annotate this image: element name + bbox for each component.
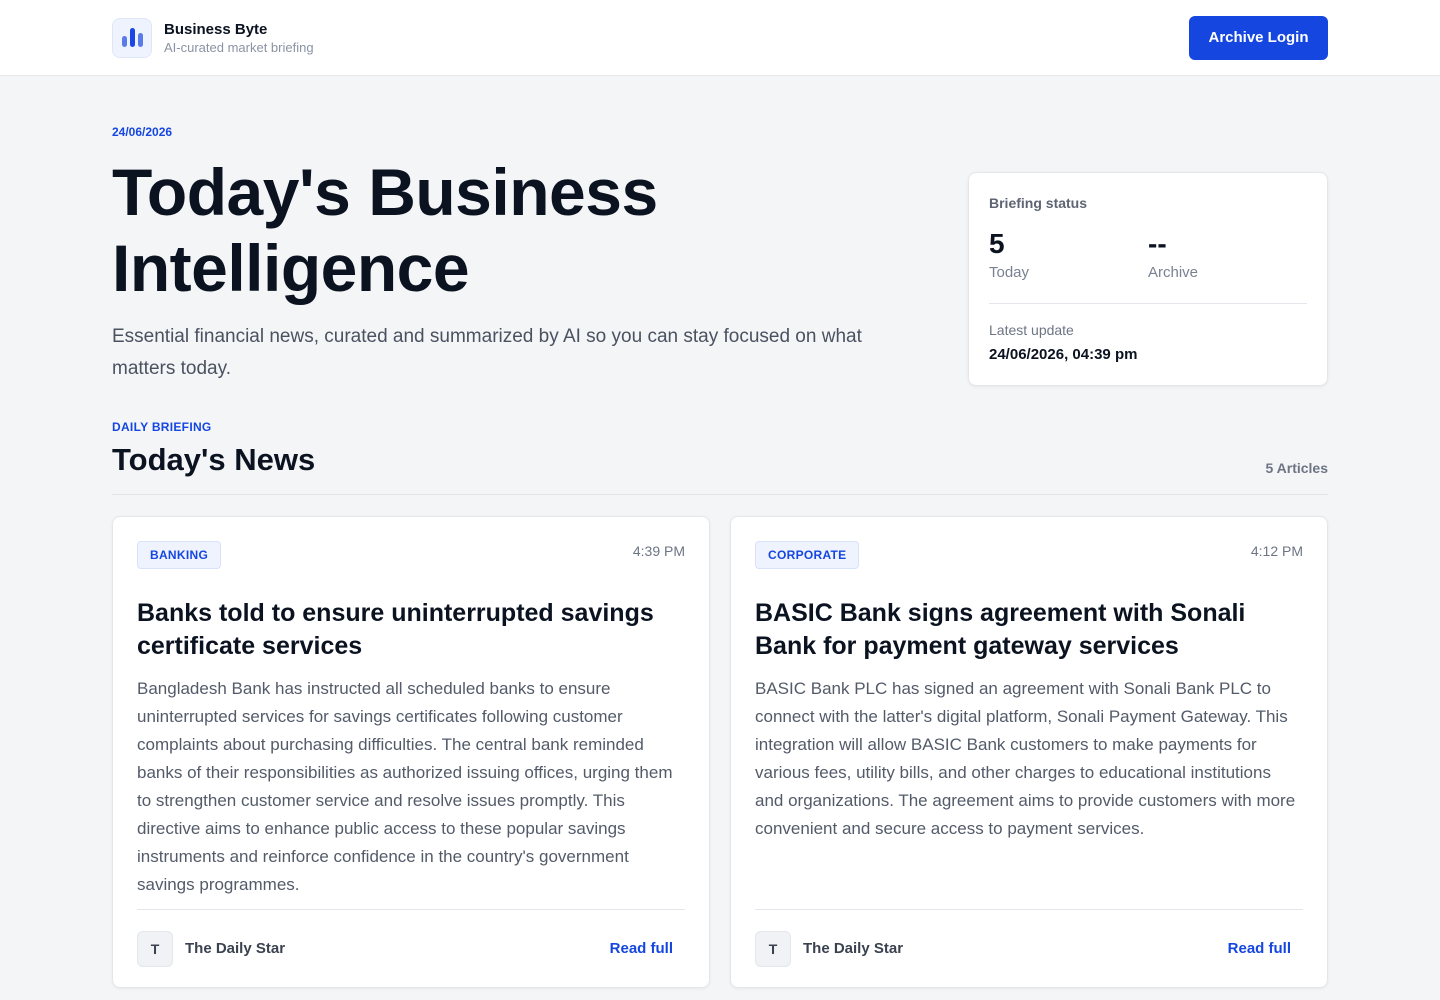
- article-card[interactable]: CORPORATE 4:12 PM BASIC Bank signs agree…: [730, 516, 1328, 988]
- article-title[interactable]: BASIC Bank signs agreement with Sonali B…: [755, 597, 1303, 663]
- source-avatar: T: [137, 930, 173, 967]
- article-source: T The Daily Star: [755, 930, 904, 967]
- article-source: T The Daily Star: [137, 930, 286, 967]
- stat-archive: -- Archive: [1148, 228, 1307, 282]
- article-footer: T The Daily Star Read full: [137, 909, 685, 987]
- article-time: 4:12 PM: [1250, 543, 1303, 559]
- stat-today-label: Today: [989, 264, 1030, 281]
- briefing-date: 24/06/2026: [112, 125, 173, 139]
- article-count: 5 Articles: [1265, 460, 1328, 476]
- section-heading-row: Today's News 5 Articles: [112, 442, 1328, 495]
- page-subtitle: Essential financial news, curated and su…: [112, 326, 862, 379]
- brand-name: Business Byte: [164, 20, 268, 38]
- read-full-link[interactable]: Read full: [1228, 940, 1291, 957]
- read-full-link[interactable]: Read full: [610, 940, 673, 957]
- latest-update-value: 24/06/2026, 04:39 pm: [989, 346, 1138, 363]
- stat-today: 5 Today: [989, 228, 1148, 282]
- article-card-top: BANKING 4:39 PM: [137, 541, 685, 569]
- section-title: Today's News: [112, 442, 316, 477]
- category-badge: BANKING: [137, 541, 222, 569]
- briefing-status-card: Briefing status 5 Today -- Archive Lates…: [968, 172, 1328, 386]
- brand-text: Business Byte AI-curated market briefing: [164, 21, 314, 55]
- article-footer: T The Daily Star Read full: [755, 909, 1303, 987]
- bar-chart-logo-icon: [112, 17, 152, 58]
- article-grid: BANKING 4:39 PM Banks told to ensure uni…: [112, 516, 1328, 988]
- source-name: The Daily Star: [803, 940, 904, 957]
- status-card-label: Briefing status: [989, 195, 1088, 211]
- article-summary: Bangladesh Bank has instructed all sched…: [137, 679, 673, 894]
- archive-login-button[interactable]: Archive Login: [1189, 15, 1328, 60]
- article-summary: BASIC Bank PLC has signed an agreement w…: [755, 679, 1296, 838]
- source-avatar: T: [755, 930, 791, 967]
- top-bar: Business Byte AI-curated market briefing…: [0, 0, 1440, 76]
- divider: [989, 303, 1307, 304]
- status-stats: 5 Today -- Archive: [989, 228, 1307, 282]
- category-badge: CORPORATE: [755, 541, 860, 569]
- article-time: 4:39 PM: [632, 543, 685, 559]
- article-title[interactable]: Banks told to ensure uninterrupted savin…: [137, 597, 685, 663]
- latest-update-label: Latest update: [989, 322, 1074, 338]
- brand-tagline: AI-curated market briefing: [164, 39, 314, 55]
- stat-today-value: 5: [989, 228, 1005, 259]
- stat-archive-value: --: [1148, 228, 1167, 259]
- news-section-header: DAILY BRIEFING Today's News 5 Articles: [112, 420, 1328, 495]
- source-name: The Daily Star: [185, 940, 286, 957]
- article-card-top: CORPORATE 4:12 PM: [755, 541, 1303, 569]
- article-card[interactable]: BANKING 4:39 PM Banks told to ensure uni…: [112, 516, 710, 988]
- section-eyebrow: DAILY BRIEFING: [112, 420, 212, 434]
- brand[interactable]: Business Byte AI-curated market briefing: [112, 17, 314, 58]
- page-title: Today's Business Intelligence: [112, 155, 658, 305]
- stat-archive-label: Archive: [1148, 264, 1199, 281]
